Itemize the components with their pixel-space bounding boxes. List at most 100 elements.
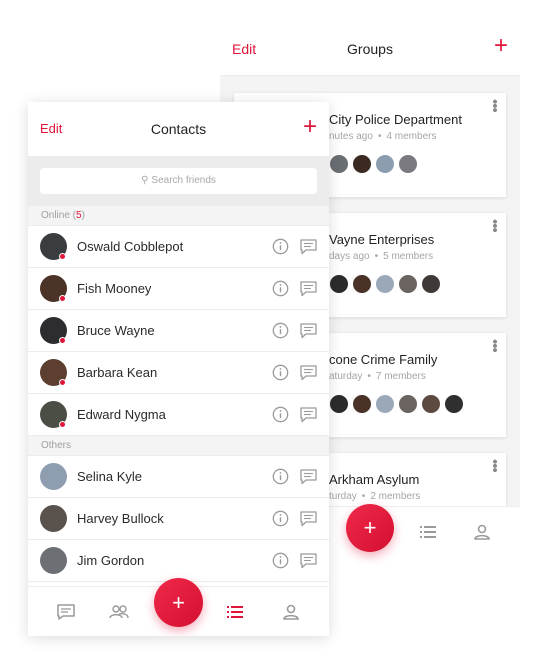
search-bar: ⚲ Search friends [28,156,329,206]
info-icon[interactable] [272,406,289,423]
more-options-icon[interactable]: ••• [486,99,503,112]
message-icon[interactable] [300,469,317,485]
contact-row[interactable]: Selina Kyle [28,456,329,498]
member-avatar [421,394,441,414]
contact-row[interactable]: Bruce Wayne [28,310,329,352]
others-label: Others [41,440,72,451]
group-avatars [329,274,444,294]
more-options-icon[interactable]: ••• [486,339,503,352]
online-count: 5 [76,210,82,221]
member-avatar [375,274,395,294]
contact-name: Jim Gordon [77,553,145,568]
section-online: Online (5) [28,206,329,226]
groups-title: Groups [347,41,393,57]
contact-row[interactable]: Harvey Bullock [28,498,329,540]
chat-icon[interactable] [55,601,77,623]
info-icon[interactable] [272,322,289,339]
list-icon[interactable] [417,521,439,543]
profile-icon[interactable] [471,521,493,543]
group-members: 7 members [375,371,426,382]
contacts-icon[interactable] [108,601,130,623]
add-group-button[interactable]: + [494,34,508,58]
search-placeholder: Search friends [151,175,216,186]
group-name: Arkham Asylum [329,472,420,487]
group-time: turday [329,491,357,502]
group-meta: aturday • 7 members [329,371,426,382]
info-icon[interactable] [272,238,289,255]
group-avatars [329,394,467,414]
contacts-title: Contacts [150,121,207,137]
group-meta: nutes ago • 4 members [329,131,437,142]
group-name: Vayne Enterprises [329,232,435,247]
info-icon[interactable] [272,552,289,569]
member-avatar [329,394,349,414]
contacts-fab-add-button[interactable]: + [154,578,203,627]
avatar [40,505,67,532]
group-meta: days ago • 5 members [329,251,434,262]
contact-name: Bruce Wayne [77,323,155,338]
member-avatar [352,394,372,414]
contact-name: Selina Kyle [77,469,143,484]
contact-name: Edward Nygma [77,407,166,422]
member-avatar [352,274,372,294]
section-others: Others [28,436,329,456]
profile-icon[interactable] [280,601,302,623]
member-avatar [352,154,372,174]
contact-name: Oswald Cobblepot [77,239,184,254]
info-icon[interactable] [272,468,289,485]
message-icon[interactable] [300,511,317,527]
group-time: aturday [329,371,363,382]
contact-name: Fish Mooney [77,281,152,296]
member-avatar [329,274,349,294]
contacts-header: Edit Contacts + [28,102,329,156]
group-members: 5 members [383,251,434,262]
group-meta: turday • 2 members [329,491,421,502]
message-icon[interactable] [300,365,317,381]
list-icon[interactable] [224,601,246,623]
member-avatar [398,154,418,174]
avatar [40,547,67,574]
contact-name: Harvey Bullock [77,511,164,526]
member-avatar [329,154,349,174]
contact-row[interactable]: Barbara Kean [28,352,329,394]
group-name: cone Crime Family [329,352,438,367]
group-time: days ago [329,251,370,262]
info-icon[interactable] [272,280,289,297]
contact-name: Barbara Kean [77,365,158,380]
online-status-dot [59,253,66,260]
online-status-dot [59,421,66,428]
add-contact-button[interactable]: + [303,115,317,139]
group-members: 4 members [386,131,437,142]
online-label: Online [41,210,70,221]
contact-row[interactable]: Oswald Cobblepot [28,226,329,268]
online-status-dot [59,337,66,344]
member-avatar [398,274,418,294]
more-options-icon[interactable]: ••• [486,219,503,232]
avatar [40,463,67,490]
contact-row[interactable]: Fish Mooney [28,268,329,310]
contacts-screen: Edit Contacts + ⚲ Search friends Online (… [28,102,329,636]
info-icon[interactable] [272,364,289,381]
online-status-dot [59,295,66,302]
groups-header: Edit Groups + [220,30,520,76]
contacts-tab-bar: + [28,578,329,636]
online-status-dot [59,379,66,386]
member-avatar [375,154,395,174]
message-icon[interactable] [300,281,317,297]
more-options-icon[interactable]: ••• [486,459,503,472]
group-avatars [329,154,421,174]
message-icon[interactable] [300,407,317,423]
group-name: City Police Department [329,112,462,127]
info-icon[interactable] [272,510,289,527]
groups-fab-add-button[interactable]: + [346,504,394,552]
member-avatar [375,394,395,414]
message-icon[interactable] [300,239,317,255]
contact-row[interactable]: Edward Nygma [28,394,329,436]
group-members: 2 members [370,491,421,502]
member-avatar [444,394,464,414]
contact-row[interactable]: Jim Gordon [28,540,329,582]
message-icon[interactable] [300,553,317,569]
search-icon: ⚲ [141,175,149,186]
search-input[interactable]: ⚲ Search friends [40,168,317,194]
message-icon[interactable] [300,323,317,339]
